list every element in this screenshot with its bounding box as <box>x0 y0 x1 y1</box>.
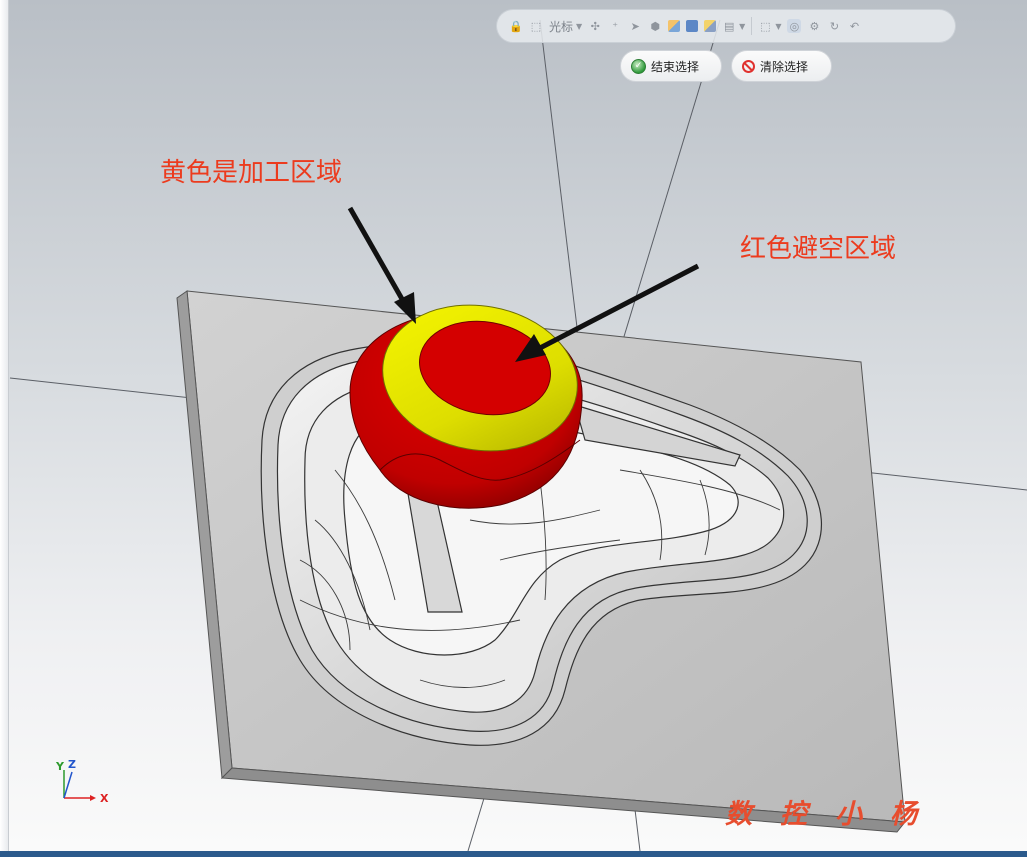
zoom-icon[interactable]: ◎ <box>787 19 802 33</box>
cube-view-blue-icon[interactable] <box>686 20 699 32</box>
cube-view-yellow-icon[interactable] <box>704 20 717 32</box>
select-cursor-icon[interactable]: ⬚ <box>529 19 543 33</box>
model-scene[interactable] <box>0 0 1027 851</box>
end-selection-label: 结束选择 <box>651 59 700 74</box>
chevron-down-icon[interactable]: ▼ <box>739 22 745 31</box>
avoid-area-annotation: 红色避空区域 <box>740 234 897 264</box>
chevron-down-icon[interactable]: ▼ <box>775 22 781 31</box>
machining-area-annotation: 黄色是加工区域 <box>160 158 343 188</box>
xyz-icon[interactable]: ✣ <box>588 19 602 33</box>
checkmark-icon: ✓ <box>631 58 646 74</box>
chevron-down-icon[interactable]: ▼ <box>576 22 582 31</box>
view-toolbar: 🔒 ⬚ 光标 ▼ ✣ ⁺ ➤ ⬢ ▤ ▼ ⬚ ▼ ◎ ⚙ ↻ ↶ <box>496 9 956 43</box>
cursor-label[interactable]: 光标 <box>549 18 573 35</box>
3d-viewport[interactable]: 🔒 ⬚ 光标 ▼ ✣ ⁺ ➤ ⬢ ▤ ▼ ⬚ ▼ ◎ ⚙ ↻ ↶ ✓ 结束选择 … <box>0 0 1027 851</box>
axis-y-label: Y <box>56 760 64 773</box>
axis-z-label: Z <box>68 758 76 771</box>
pointer-icon[interactable]: ➤ <box>628 19 642 33</box>
undo-icon[interactable]: ↶ <box>847 19 861 33</box>
rect-select-icon[interactable]: ⬚ <box>758 19 772 33</box>
end-selection-button[interactable]: ✓ 结束选择 <box>620 50 722 82</box>
cube-view-icon[interactable] <box>668 20 681 32</box>
prohibit-icon <box>742 59 755 73</box>
cube-group-icon[interactable]: ⬢ <box>648 19 662 33</box>
add-point-icon[interactable]: ⁺ <box>608 19 622 33</box>
layer-icon[interactable]: ▤ <box>722 19 736 33</box>
lock-icon[interactable]: 🔒 <box>509 19 523 33</box>
axis-triad: Y Z X <box>52 758 112 810</box>
clear-selection-button[interactable]: 清除选择 <box>731 50 832 82</box>
toolbar-separator <box>751 17 753 35</box>
settings-icon[interactable]: ⚙ <box>807 19 821 33</box>
bottom-status-bar <box>0 851 1027 857</box>
axis-x-label: X <box>100 792 109 805</box>
clear-selection-label: 清除选择 <box>760 59 809 74</box>
refresh-icon[interactable]: ↻ <box>827 19 841 33</box>
watermark-text: 数控小杨 <box>725 799 945 830</box>
